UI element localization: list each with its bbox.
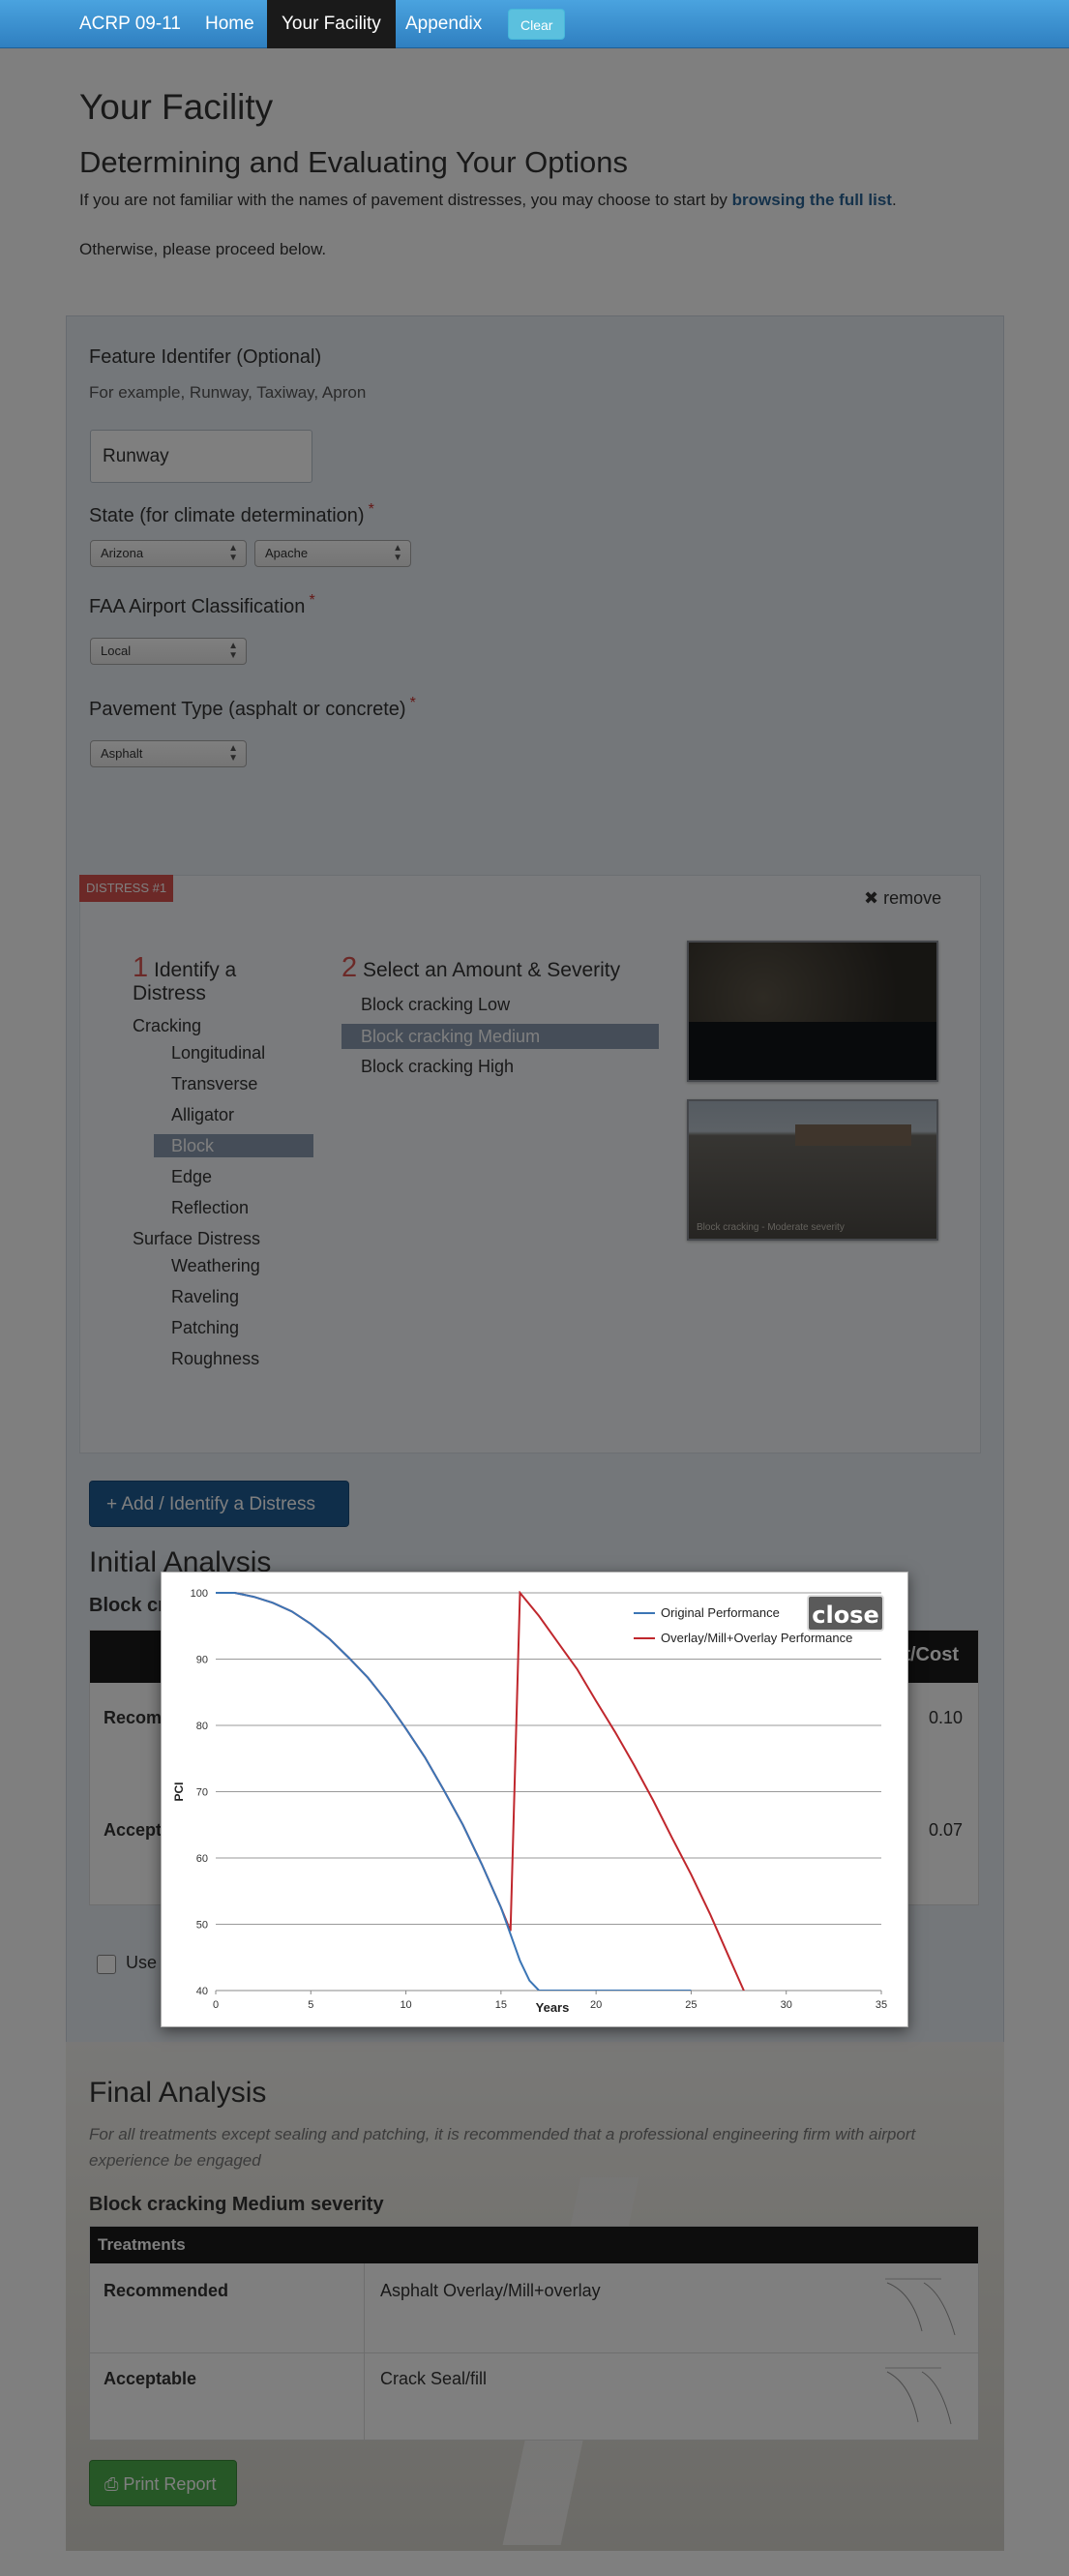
x-tick-label: 15 bbox=[495, 1999, 507, 2011]
nav-your-facility[interactable]: Your Facility bbox=[267, 0, 396, 48]
x-tick-label: 25 bbox=[685, 1999, 697, 2011]
x-axis-label: Years bbox=[536, 2000, 570, 2015]
legend-label: Original Performance bbox=[661, 1605, 780, 1620]
series-line-1 bbox=[216, 1591, 745, 1991]
y-tick-label: 40 bbox=[196, 1986, 208, 1997]
y-tick-label: 100 bbox=[191, 1588, 208, 1600]
y-axis-label: PCI bbox=[172, 1782, 186, 1801]
chart-modal: 40 50 60 70 80 90 100 0 5 10 15 20 25 30 35 Years PCI Ori… bbox=[161, 1572, 908, 2027]
x-tick-label: 20 bbox=[590, 1999, 602, 2011]
y-tick-label: 60 bbox=[196, 1853, 208, 1865]
modal-backdrop[interactable] bbox=[0, 48, 1069, 2576]
y-tick-label: 50 bbox=[196, 1920, 208, 1932]
x-tick-label: 30 bbox=[781, 1999, 792, 2011]
nav-appendix[interactable]: Appendix bbox=[391, 0, 496, 48]
x-tick-label: 10 bbox=[400, 1999, 411, 2011]
nav-home[interactable]: Home bbox=[191, 0, 269, 48]
performance-chart: 40 50 60 70 80 90 100 0 5 10 15 20 25 30 35 Years PCI Ori… bbox=[172, 1588, 887, 2015]
clear-button[interactable]: Clear bbox=[508, 9, 566, 40]
y-tick-label: 80 bbox=[196, 1721, 208, 1732]
top-navbar: ACRP 09-11 Home Your Facility Appendix C… bbox=[0, 0, 1069, 48]
close-modal-button[interactable]: close bbox=[807, 1595, 884, 1632]
x-tick-label: 35 bbox=[876, 1999, 887, 2011]
nav-brand[interactable]: ACRP 09-11 bbox=[65, 0, 195, 48]
x-tick-label: 0 bbox=[213, 1999, 219, 2011]
y-tick-label: 70 bbox=[196, 1787, 208, 1799]
y-tick-label: 90 bbox=[196, 1655, 208, 1666]
x-tick-label: 5 bbox=[308, 1999, 313, 2011]
